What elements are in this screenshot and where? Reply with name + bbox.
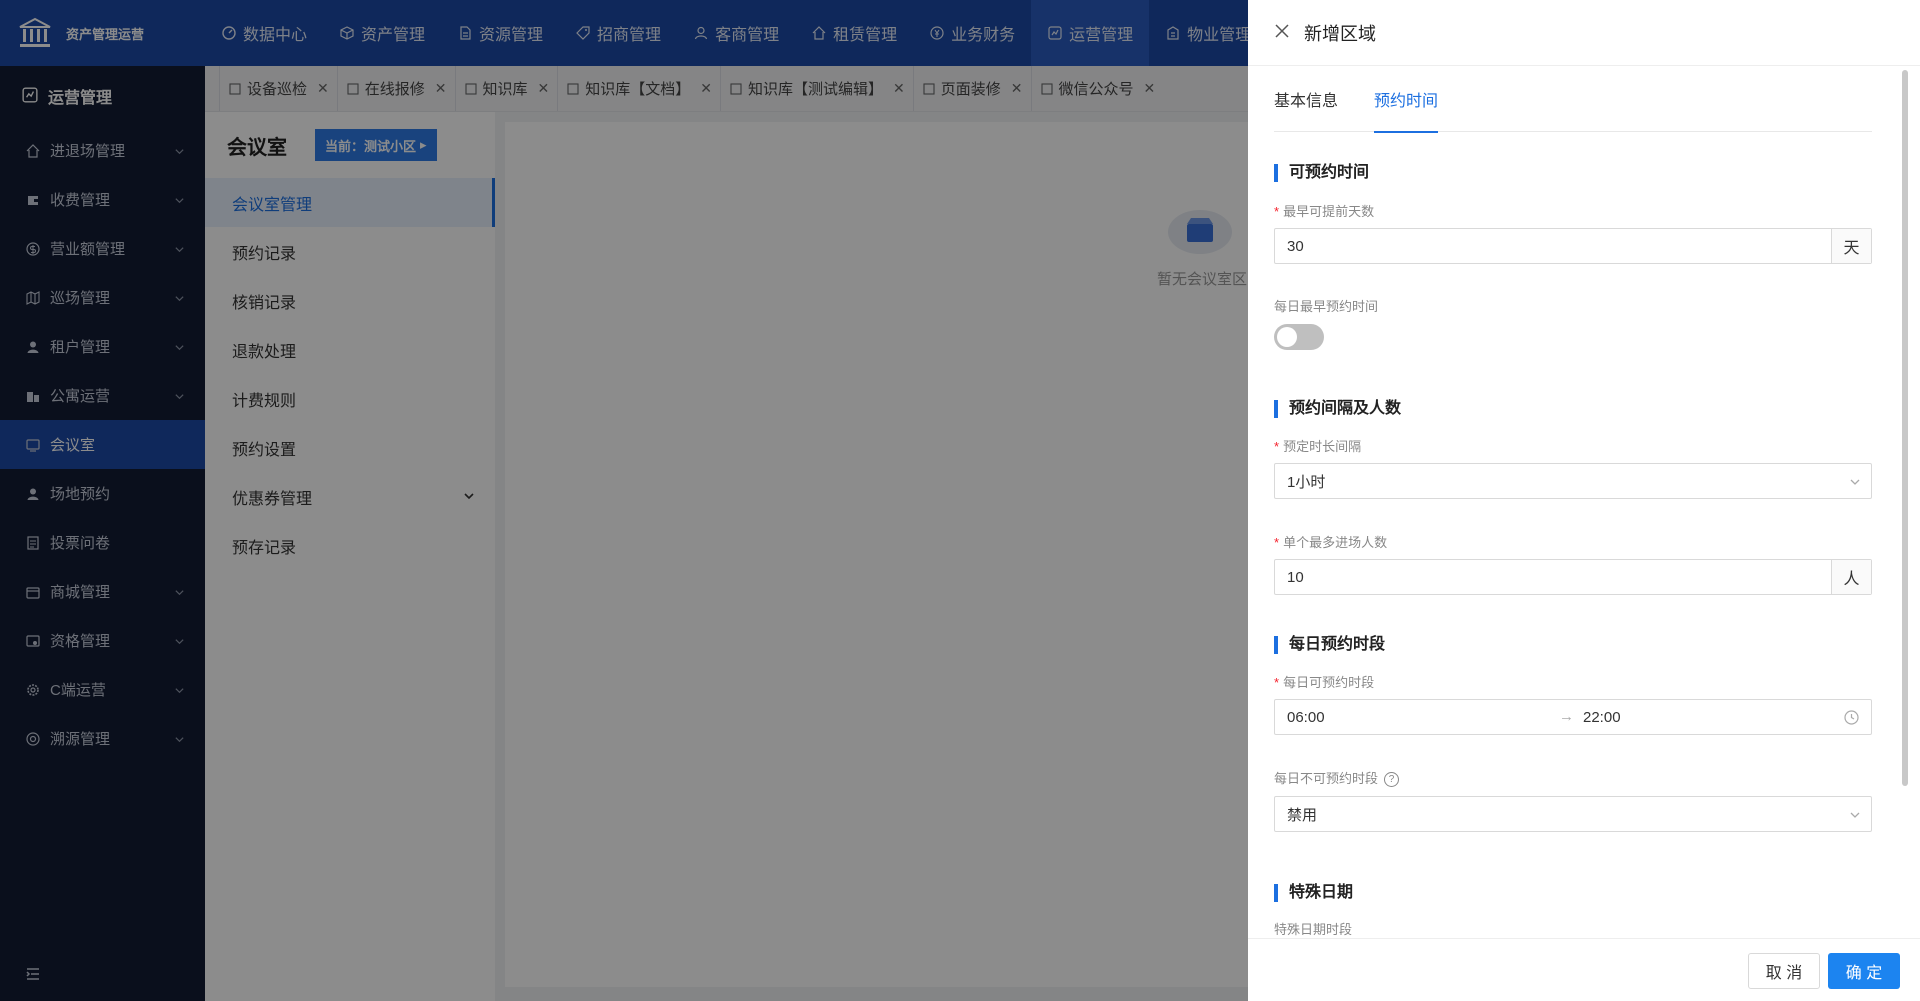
max-people-input[interactable]: 10 人 xyxy=(1274,559,1872,595)
special-date-label: 特殊日期时段 xyxy=(1274,922,1353,937)
duration-value: 1小时 xyxy=(1287,473,1326,491)
unavailable-label: 每日不可预约时段? xyxy=(1274,768,1400,788)
section-daily-slot: 每日预约时段 xyxy=(1274,636,1385,654)
tab-booking-time[interactable]: 预约时间 xyxy=(1374,66,1439,133)
days-unit: 天 xyxy=(1831,229,1871,263)
earliest-time-label: 每日最早预约时间 xyxy=(1274,299,1379,314)
drawer-header: 新增区域 xyxy=(1248,0,1920,66)
daily-slot-label: * 每日可预约时段 xyxy=(1274,675,1375,690)
clock-icon xyxy=(1844,710,1859,729)
switch-knob xyxy=(1277,327,1297,347)
chevron-down-icon xyxy=(1849,808,1861,825)
section-bookable-time: 可预约时间 xyxy=(1274,164,1369,182)
arrow-right-icon: → xyxy=(1559,708,1574,725)
add-area-drawer: 新增区域 基本信息 预约时间 可预约时间 * 最早可提前天数 30 天 每日最早预… xyxy=(1248,0,1920,1001)
section-interval-people: 预约间隔及人数 xyxy=(1274,400,1401,418)
modal-mask[interactable] xyxy=(0,0,1248,1001)
close-icon[interactable] xyxy=(1274,23,1290,42)
daily-start-time: 06:00 xyxy=(1287,708,1325,726)
daily-time-range-picker[interactable]: 06:00 → 22:00 xyxy=(1274,699,1872,735)
duration-select[interactable]: 1小时 xyxy=(1274,463,1872,499)
section-special-dates: 特殊日期 xyxy=(1274,884,1353,902)
drawer-title: 新增区域 xyxy=(1304,23,1376,44)
unavailable-select[interactable]: 禁用 xyxy=(1274,796,1872,832)
advance-days-value: 30 xyxy=(1287,237,1304,255)
advance-days-label: * 最早可提前天数 xyxy=(1274,204,1375,219)
chevron-down-icon xyxy=(1849,475,1861,492)
duration-label: * 预定时长间隔 xyxy=(1274,439,1362,454)
drawer-tabs: 基本信息 预约时间 xyxy=(1274,66,1872,133)
drawer-body: 可预约时间 * 最早可提前天数 30 天 每日最早预约时间 预约间隔及人数 * 预定… xyxy=(1274,132,1872,938)
drawer-scrollbar[interactable] xyxy=(1902,70,1908,786)
confirm-button[interactable]: 确 定 xyxy=(1828,953,1900,989)
advance-days-input[interactable]: 30 天 xyxy=(1274,228,1872,264)
unavailable-value: 禁用 xyxy=(1287,806,1318,824)
people-unit: 人 xyxy=(1831,560,1871,594)
daily-end-time: 22:00 xyxy=(1583,709,1621,726)
tab-basic-info[interactable]: 基本信息 xyxy=(1274,66,1338,132)
cancel-button[interactable]: 取 消 xyxy=(1748,953,1820,989)
question-icon[interactable]: ? xyxy=(1384,772,1400,788)
max-people-value: 10 xyxy=(1287,568,1304,586)
earliest-time-switch[interactable] xyxy=(1274,324,1324,350)
drawer-footer: 取 消 确 定 xyxy=(1248,938,1920,1001)
max-people-label: * 单个最多进场人数 xyxy=(1274,535,1388,550)
